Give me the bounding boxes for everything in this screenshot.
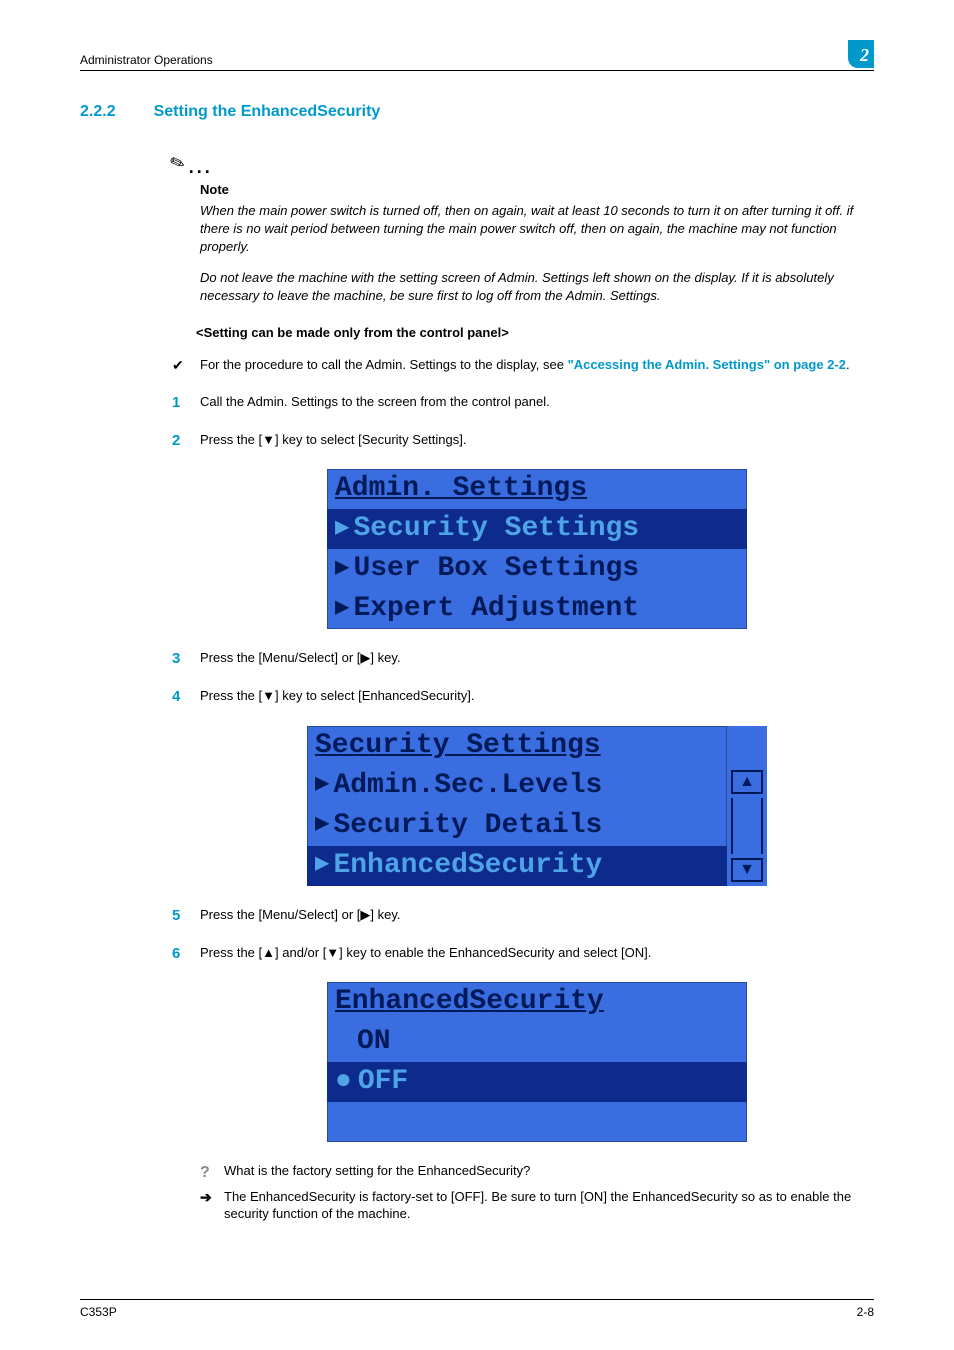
- step-number: 2: [172, 431, 186, 451]
- cross-reference-link[interactable]: "Accessing the Admin. Settings" on page …: [568, 357, 846, 372]
- footer-model: C353P: [80, 1304, 117, 1320]
- faq-question: What is the factory setting for the Enha…: [224, 1162, 530, 1180]
- bullet-icon: ●: [335, 1063, 352, 1101]
- scroll-up-icon: ▲: [731, 770, 763, 794]
- cursor-right-icon: ▶: [315, 769, 329, 801]
- pencil-icon: ✎: [166, 149, 188, 177]
- step-2-text: Press the [▼] key to select [Security Se…: [200, 431, 466, 449]
- chapter-number-badge: 2: [848, 40, 874, 68]
- step-5-text: Press the [Menu/Select] or [▶] key.: [200, 906, 401, 924]
- lcd-screenshot-security-settings: Security Settings ▶Admin.Sec.Levels ▶Sec…: [307, 726, 767, 886]
- cursor-right-icon: ▶: [335, 593, 349, 625]
- lcd-row: ▶Security Details: [307, 806, 727, 846]
- cursor-right-icon: ▶: [335, 553, 349, 585]
- lcd-row: ▶Expert Adjustment: [327, 589, 747, 629]
- faq-answer: The EnhancedSecurity is factory-set to […: [224, 1188, 874, 1223]
- checkmark-icon: ✔: [172, 356, 186, 375]
- scroll-track: [731, 798, 763, 854]
- lcd-title: Admin. Settings: [327, 469, 747, 509]
- running-head: Administrator Operations: [80, 52, 213, 68]
- lcd-row-empty: [327, 1102, 747, 1142]
- step-1-text: Call the Admin. Settings to the screen f…: [200, 393, 550, 411]
- lcd-title: Security Settings: [307, 726, 727, 766]
- section-number: 2.2.2: [80, 101, 116, 123]
- lcd-title: EnhancedSecurity: [327, 982, 747, 1022]
- note-label: Note: [200, 181, 874, 199]
- note-paragraph-2: Do not leave the machine with the settin…: [200, 269, 874, 304]
- lcd-row-selected: ▶EnhancedSecurity: [307, 846, 727, 886]
- lcd-row-selected: ▶Security Settings: [327, 509, 747, 549]
- cursor-right-icon: ▶: [315, 849, 329, 881]
- lcd-row: ON: [327, 1022, 747, 1062]
- procedure-reference: For the procedure to call the Admin. Set…: [200, 356, 850, 374]
- cursor-right-icon: ▶: [315, 809, 329, 841]
- footer-page-number: 2-8: [857, 1304, 874, 1320]
- scroll-down-icon: ▼: [731, 858, 763, 882]
- note-paragraph-1: When the main power switch is turned off…: [200, 202, 874, 255]
- step-number: 6: [172, 944, 186, 964]
- step-6-text: Press the [▲] and/or [▼] key to enable t…: [200, 944, 651, 962]
- step-number: 5: [172, 906, 186, 926]
- question-mark-icon: ?: [200, 1162, 216, 1184]
- sub-heading: <Setting can be made only from the contr…: [196, 324, 874, 342]
- lcd-screenshot-admin-settings: Admin. Settings ▶Security Settings ▶User…: [327, 469, 747, 629]
- lcd-screenshot-enhanced-security: EnhancedSecurity ON ●OFF: [327, 982, 747, 1142]
- lcd-row: ▶User Box Settings: [327, 549, 747, 589]
- arrow-right-icon: ➔: [200, 1188, 216, 1207]
- step-4-text: Press the [▼] key to select [EnhancedSec…: [200, 687, 474, 705]
- cursor-right-icon: ▶: [335, 513, 349, 545]
- lcd-row: ▶Admin.Sec.Levels: [307, 766, 727, 806]
- step-number: 4: [172, 687, 186, 707]
- lcd-row-selected: ●OFF: [327, 1062, 747, 1102]
- step-number: 1: [172, 393, 186, 413]
- step-number: 3: [172, 649, 186, 669]
- section-title: Setting the EnhancedSecurity: [154, 101, 381, 123]
- ellipsis-icon: ...: [189, 157, 213, 177]
- step-3-text: Press the [Menu/Select] or [▶] key.: [200, 649, 401, 667]
